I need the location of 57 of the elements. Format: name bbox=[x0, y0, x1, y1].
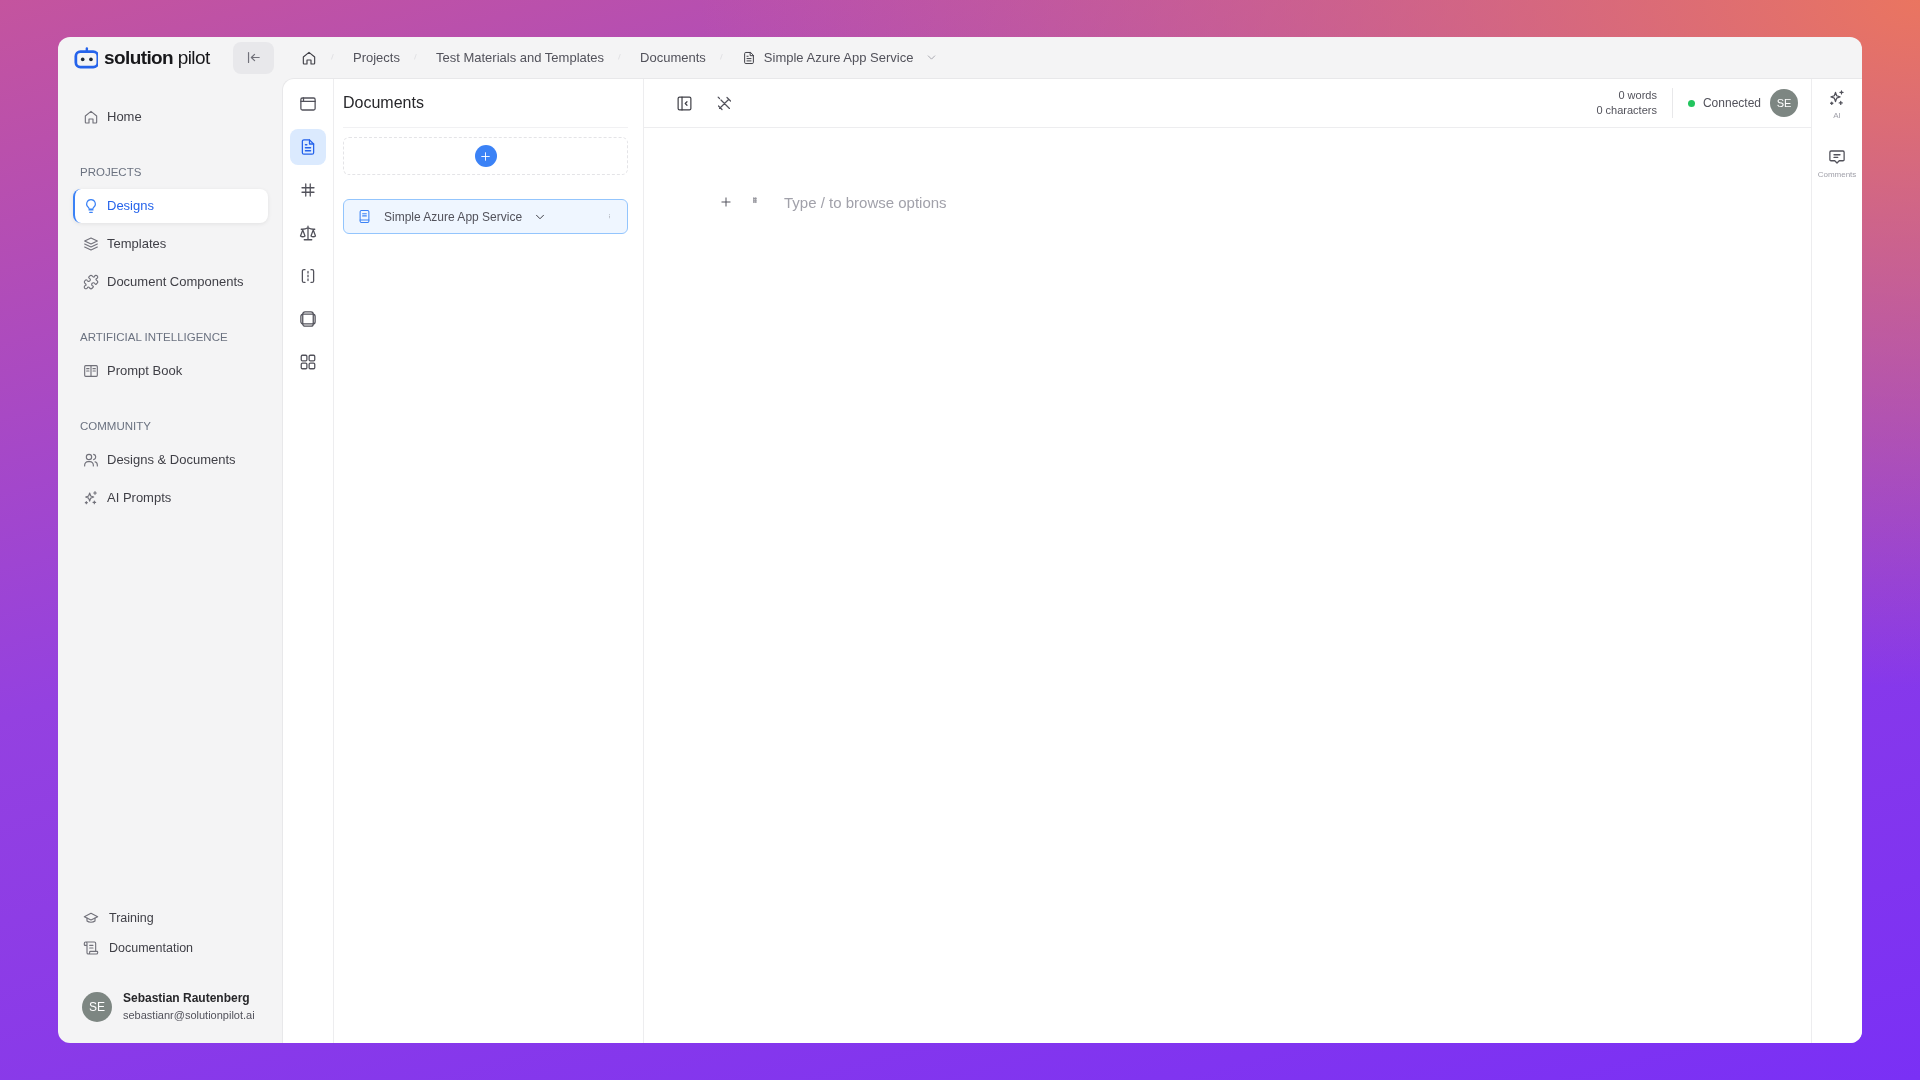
user-name: Sebastian Rautenberg bbox=[123, 990, 251, 1007]
breadcrumb-link[interactable]: Test Materials and Templates bbox=[435, 47, 605, 68]
document-icon bbox=[741, 50, 756, 65]
grid-icon bbox=[299, 353, 317, 371]
notebook-icon bbox=[357, 209, 372, 224]
home-icon bbox=[83, 109, 99, 125]
browser-window-icon bbox=[299, 95, 317, 113]
collapse-icon bbox=[245, 49, 262, 66]
layers-icon bbox=[83, 236, 99, 252]
sidebar-item[interactable]: Document Components bbox=[73, 265, 268, 299]
editor-block-field[interactable]: Type / to browse options bbox=[784, 190, 974, 214]
sidebar-item[interactable]: Designs & Documents bbox=[73, 443, 268, 477]
plus-icon bbox=[719, 195, 733, 209]
sidebar-panel-icon bbox=[675, 94, 693, 112]
document-icon bbox=[299, 138, 317, 156]
sparkles-icon bbox=[1828, 89, 1846, 107]
add-document-button[interactable] bbox=[474, 145, 497, 167]
lightbulb-icon bbox=[83, 198, 99, 214]
puzzle-piece-icon bbox=[83, 274, 99, 290]
word-count: 0 words bbox=[1618, 88, 1657, 103]
breadcrumb-current[interactable]: Simple Azure App Service bbox=[741, 47, 939, 68]
graduation-cap-icon bbox=[83, 910, 99, 926]
user-email: sebastianr@solutionpilot.ai bbox=[123, 1008, 255, 1023]
sidebar-item[interactable]: Designs bbox=[73, 189, 268, 223]
sparkles-icon bbox=[83, 490, 99, 506]
user-avatar: SE bbox=[1770, 89, 1798, 117]
character-count: 0 characters bbox=[1596, 103, 1657, 118]
document-item[interactable]: Simple Azure App Service bbox=[343, 199, 628, 234]
plus-icon bbox=[479, 149, 492, 163]
comment-icon bbox=[1828, 148, 1846, 166]
scroll-icon bbox=[83, 940, 99, 956]
sidebar-item[interactable]: AI Prompts bbox=[73, 481, 268, 515]
breadcrumb-link[interactable]: Documents bbox=[640, 47, 706, 68]
brackets-icon bbox=[299, 267, 317, 285]
sidebar-item[interactable]: Prompt Book bbox=[73, 354, 268, 388]
breadcrumb-link[interactable]: Projects bbox=[353, 47, 400, 68]
rail-tab[interactable] bbox=[290, 129, 326, 165]
connection-status: Connected bbox=[1702, 95, 1761, 112]
robot-logo-icon bbox=[72, 46, 98, 69]
scale-icon bbox=[299, 224, 317, 242]
logo-text: solution pilot bbox=[104, 48, 210, 67]
home-link[interactable] bbox=[301, 49, 317, 66]
sidebar-item[interactable]: Documentation bbox=[73, 933, 274, 963]
people-icon bbox=[83, 452, 99, 468]
section-heading: COMMUNITY bbox=[79, 419, 152, 435]
panel-title: Documents bbox=[343, 93, 424, 113]
sidebar-item[interactable]: Home bbox=[73, 100, 268, 134]
sidebar-item[interactable]: Templates bbox=[73, 227, 268, 261]
open-book-icon bbox=[83, 363, 99, 379]
section-heading: ARTIFICIAL INTELLIGENCE bbox=[79, 330, 229, 346]
section-heading: PROJECTS bbox=[79, 165, 143, 181]
user-avatar: SE bbox=[82, 992, 112, 1022]
hash-icon bbox=[299, 181, 317, 199]
stacked-squares-icon bbox=[299, 310, 317, 328]
crossed-tools-icon bbox=[715, 94, 733, 112]
sidebar-item[interactable]: Training bbox=[73, 903, 274, 933]
home-icon bbox=[301, 49, 317, 66]
